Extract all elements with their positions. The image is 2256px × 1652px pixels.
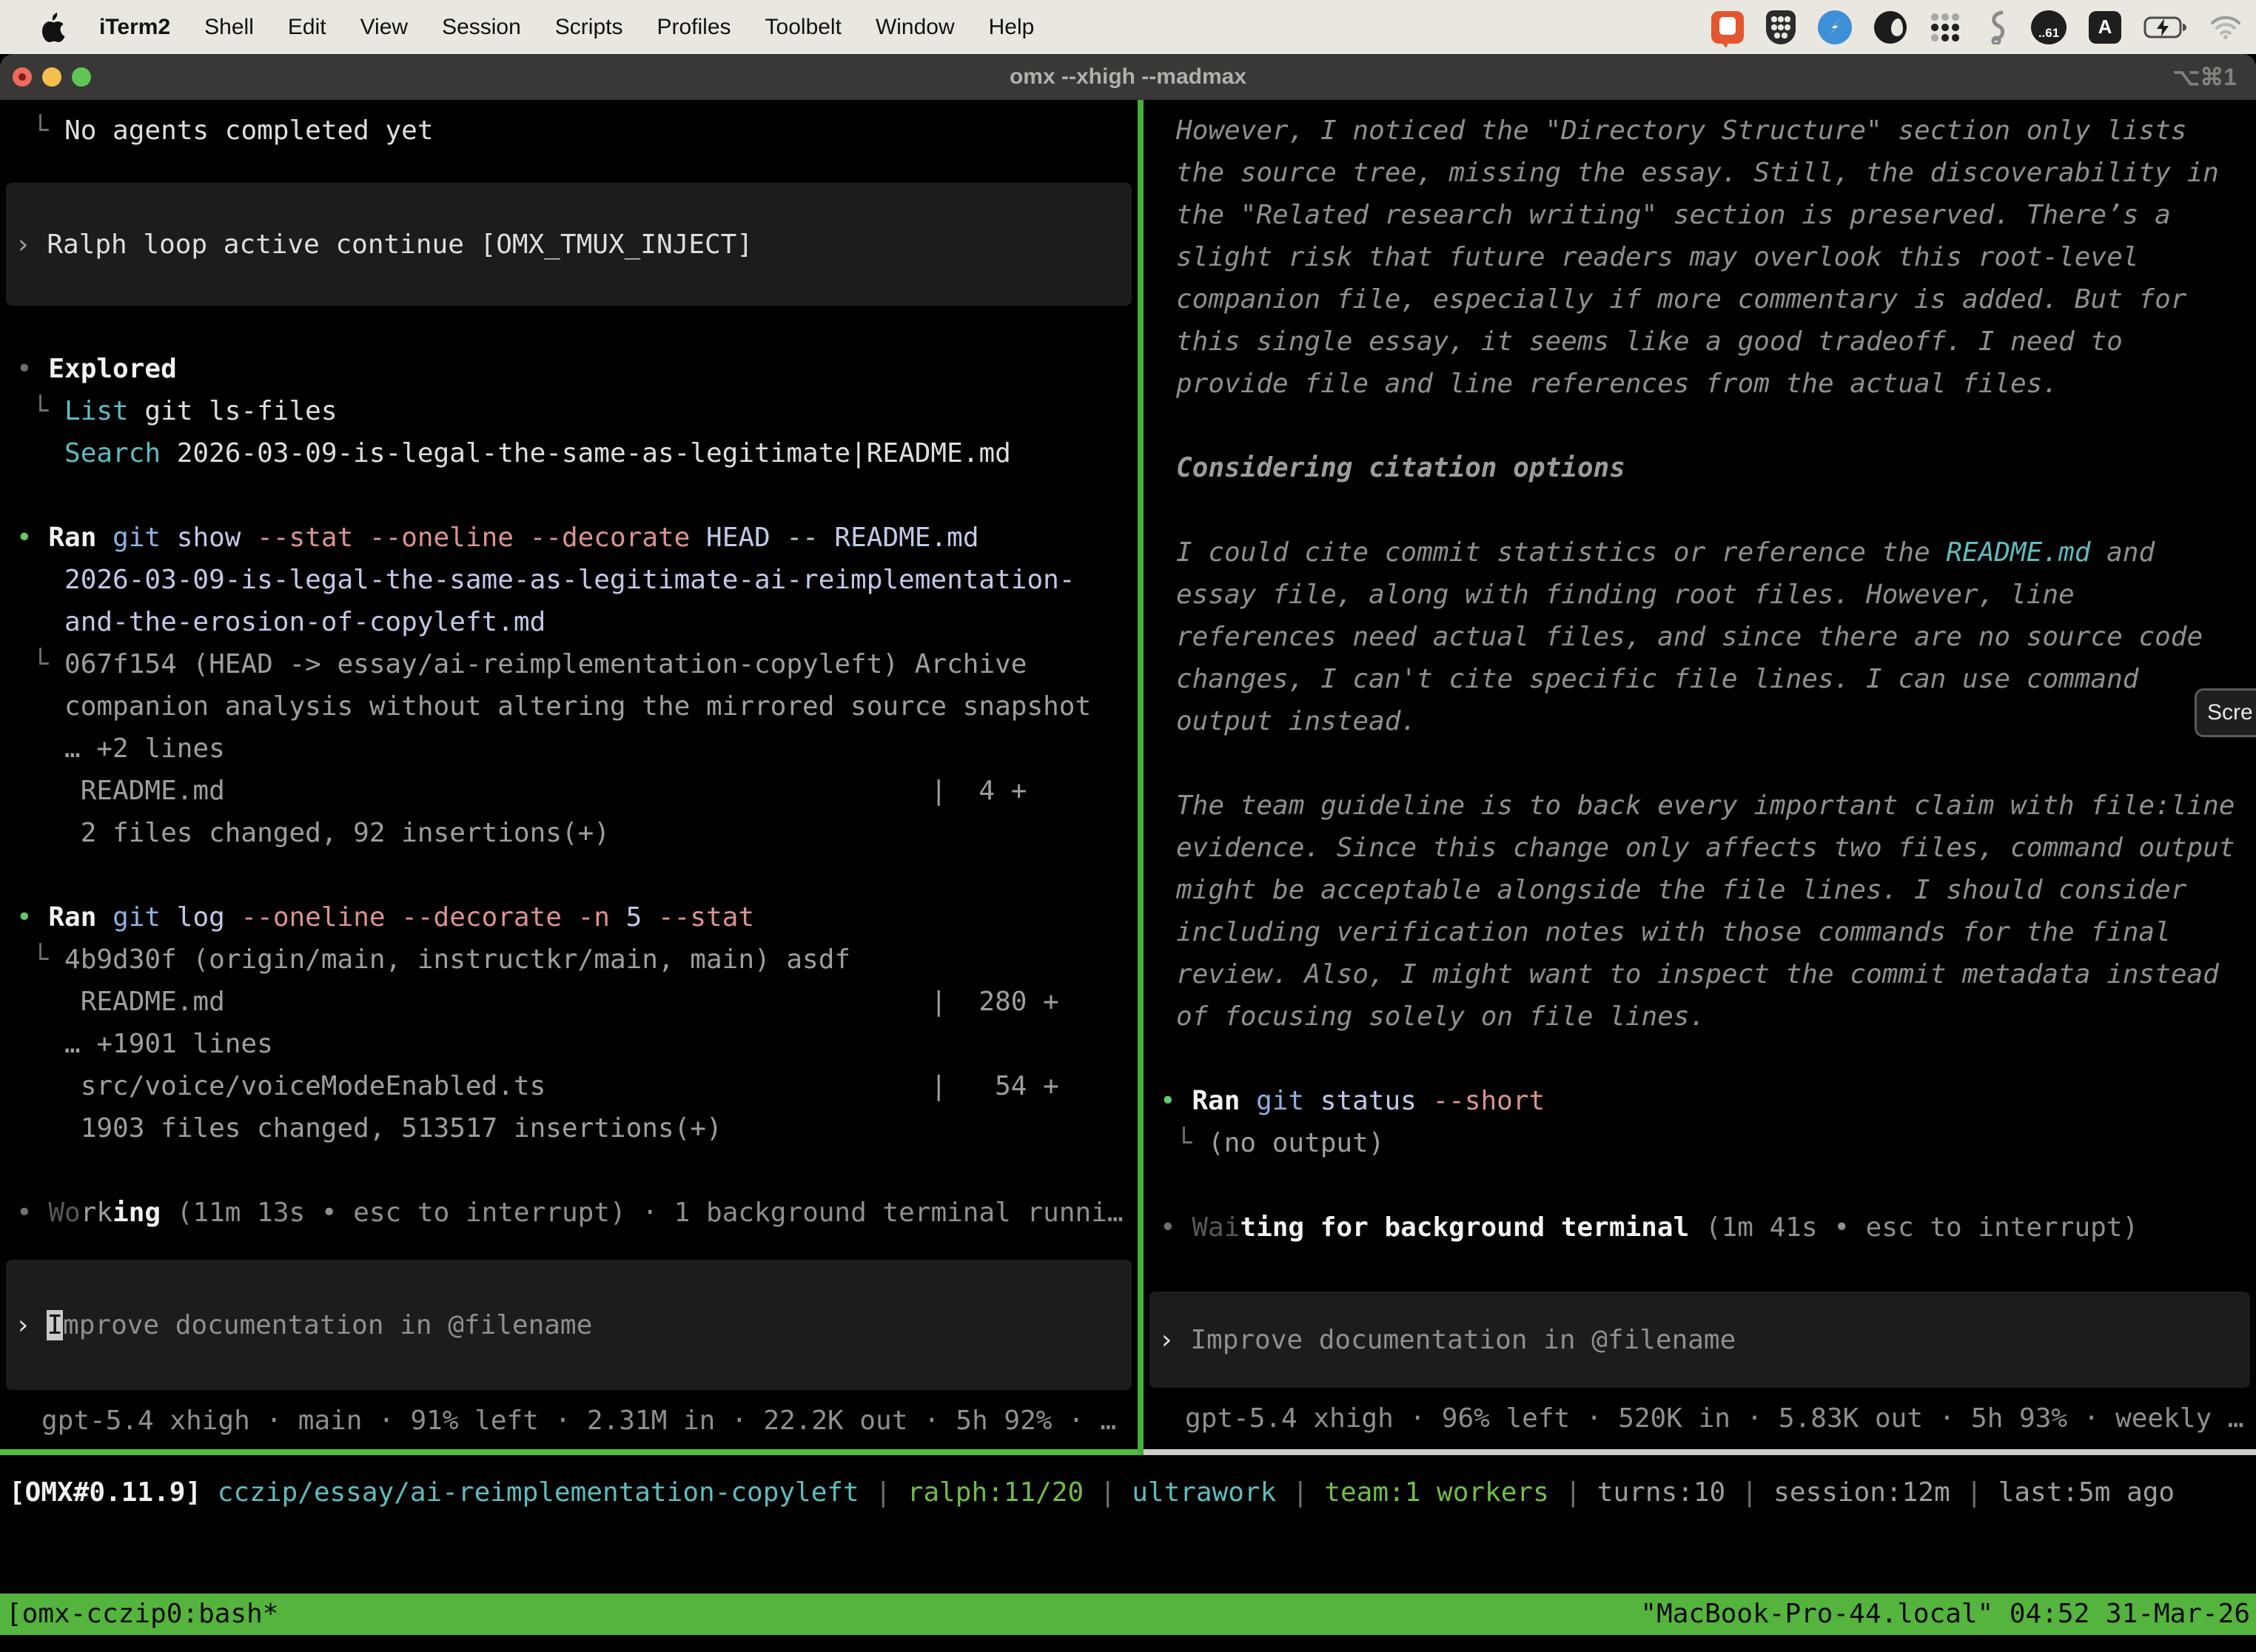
terminal-window: └ No agents completed yet › Ralph loop a… — [0, 100, 2256, 1652]
window-title: omx --xhigh --madmax — [0, 64, 2256, 90]
pane-divider[interactable] — [1138, 100, 1144, 1455]
minimize-window-button[interactable] — [42, 67, 61, 87]
prompt-text: › Improve documentation in @filename — [15, 1304, 592, 1346]
apple-menu-icon[interactable] — [40, 13, 65, 42]
terminal-pane-left[interactable]: └ No agents completed yet › Ralph loop a… — [0, 100, 1138, 1449]
blue-badge-icon[interactable] — [1818, 10, 1852, 44]
menu-item[interactable]: iTerm2 — [99, 15, 170, 40]
menu-item[interactable]: View — [360, 15, 408, 40]
dots-grid-icon[interactable] — [1929, 11, 1961, 44]
menu-status-icons: ..61 A — [1711, 10, 2256, 44]
terminal-output: However, I noticed the "Directory Struct… — [1144, 110, 2256, 1249]
omx-status-line: [OMX#0.11.9] cczip/essay/ai-reimplementa… — [9, 1471, 2175, 1514]
input-source-icon[interactable]: A — [2089, 11, 2121, 44]
pane-bottom-border-inactive — [1144, 1449, 2256, 1455]
menu-item[interactable]: Shell — [204, 15, 254, 40]
tmux-host-clock: "MacBook-Pro-44.local" 04:52 31-Mar-26 — [1640, 1594, 2250, 1635]
wifi-icon[interactable] — [2210, 16, 2241, 39]
chat-app-icon[interactable] — [1711, 11, 1744, 44]
prompt-input-left[interactable]: › Improve documentation in @filename — [6, 1260, 1132, 1390]
window-shortcut-hint: ⌥⌘1 — [2172, 54, 2237, 100]
close-window-button[interactable] — [13, 67, 32, 87]
session-status-line: gpt-5.4 xhigh · main · 91% left · 2.31M … — [0, 1400, 1138, 1442]
badge-61-icon[interactable]: ..61 — [2031, 10, 2067, 44]
session-status-line: gpt-5.4 xhigh · 96% left · 520K in · 5.8… — [1144, 1397, 2256, 1440]
screen-overlay-tooltip: Scre — [2195, 688, 2256, 737]
menu-item[interactable]: Scripts — [555, 15, 623, 40]
battery-icon[interactable] — [2143, 16, 2188, 39]
menu-items: iTerm2 Shell Edit View Session Scripts Profile… — [99, 15, 1034, 40]
window-controls — [0, 54, 91, 100]
menu-item[interactable]: Window — [876, 15, 955, 40]
terminal-pane-right[interactable]: However, I noticed the "Directory Struct… — [1144, 100, 2256, 1449]
prompt-input-right[interactable]: › Improve documentation in @filename — [1149, 1292, 2250, 1388]
menu-item[interactable]: Edit — [288, 15, 326, 40]
tmux-status-bar: [omx-cczip0:bash* "MacBook-Pro-44.local"… — [0, 1594, 2256, 1635]
window-title-bar: omx --xhigh --madmax ⌥⌘1 — [0, 54, 2256, 100]
tmux-session-label: [omx-cczip0:bash* — [6, 1594, 278, 1635]
terminal-output: • Explored └ List git ls-files Search 20… — [0, 306, 1138, 1234]
menu-item[interactable]: Profiles — [657, 15, 731, 40]
zoom-window-button[interactable] — [72, 67, 91, 87]
menu-left: iTerm2 Shell Edit View Session Scripts Profile… — [0, 13, 1034, 42]
prompt-text: › Improve documentation in @filename — [1158, 1319, 1736, 1361]
crescent-app-icon[interactable] — [1874, 11, 1907, 44]
shield-grid-icon[interactable] — [1766, 10, 1796, 44]
terminal-output: └ No agents completed yet — [0, 110, 1138, 152]
menu-item[interactable]: Session — [442, 15, 521, 40]
inject-banner-text: › Ralph loop active continue [OMX_TMUX_I… — [15, 224, 753, 266]
menu-bar: iTerm2 Shell Edit View Session Scripts Profile… — [0, 0, 2256, 54]
menu-item[interactable]: Help — [989, 15, 1035, 40]
inject-banner: › Ralph loop active continue [OMX_TMUX_I… — [6, 183, 1132, 306]
menu-item[interactable]: Toolbelt — [765, 15, 842, 40]
squiggle-icon[interactable] — [1984, 10, 2009, 44]
pane-bottom-border-active — [0, 1449, 1138, 1455]
